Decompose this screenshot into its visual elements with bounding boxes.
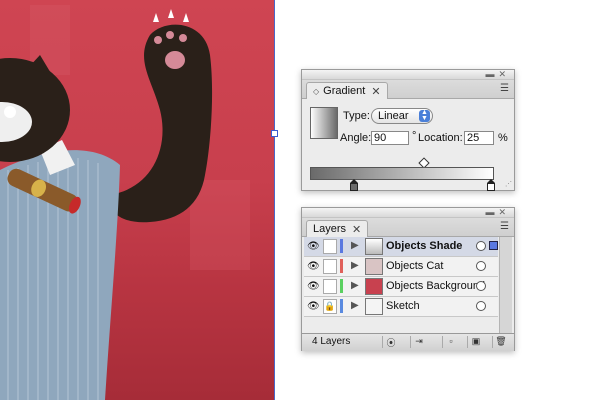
selected-art-indicator[interactable] xyxy=(489,241,498,250)
gradient-stop-right[interactable] xyxy=(487,179,495,191)
layer-thumbnail xyxy=(365,278,383,295)
artboard-canvas[interactable] xyxy=(0,0,274,400)
gradient-type-select[interactable]: Linear ▲ ▼ xyxy=(371,108,433,124)
angle-label: Angle: xyxy=(340,132,372,144)
panel-titlebar[interactable]: ▬✕ xyxy=(302,69,514,80)
target-circle-icon[interactable] xyxy=(476,281,486,291)
layer-count: 4 Layers xyxy=(312,336,351,347)
close-icon[interactable]: ✕ xyxy=(371,85,380,98)
layer-name: Objects Cat xyxy=(386,260,444,272)
location-field[interactable]: 25 xyxy=(464,131,494,145)
locate-object-icon[interactable]: ⦿ xyxy=(382,336,399,348)
layer-color-indicator xyxy=(340,239,343,253)
panel-menu-icon[interactable]: ☰ xyxy=(500,221,509,232)
target-circle-icon[interactable] xyxy=(476,301,486,311)
eye-icon[interactable]: 👁 xyxy=(307,241,320,252)
selection-handle[interactable] xyxy=(271,130,278,137)
lock-toggle[interactable] xyxy=(323,239,337,254)
panel-menu-icon[interactable]: ☰ xyxy=(500,83,509,94)
layers-tab-row: Layers ✕ ☰ xyxy=(302,218,514,237)
layer-thumbnail xyxy=(365,238,383,255)
eye-icon[interactable]: 👁 xyxy=(307,261,320,272)
layers-panel: ▬✕ Layers ✕ ☰ 👁 ▶ Objects Shade 👁 ▶ Obje… xyxy=(301,207,515,351)
type-label: Type: xyxy=(343,110,370,122)
disclosure-triangle-icon[interactable]: ▶ xyxy=(351,240,359,251)
cat-illustration xyxy=(0,5,250,400)
layer-thumbnail xyxy=(365,258,383,275)
make-clipping-mask-icon[interactable]: ⇥ xyxy=(410,336,427,348)
disclosure-triangle-icon[interactable]: ▶ xyxy=(351,280,359,291)
target-circle-icon[interactable] xyxy=(476,241,486,251)
panel-window-controls[interactable]: ▬✕ xyxy=(485,69,510,80)
layer-name: Objects Shade xyxy=(386,240,463,252)
gradient-tab-row: ◇ Gradient ✕ ☰ xyxy=(302,80,514,99)
disclosure-triangle-icon[interactable]: ▶ xyxy=(351,260,359,271)
eye-icon[interactable]: 👁 xyxy=(307,281,320,292)
lock-toggle[interactable] xyxy=(323,259,337,274)
eye-icon[interactable]: 👁 xyxy=(307,301,320,312)
layer-name: Sketch xyxy=(386,300,420,312)
gradient-tab-label: Gradient xyxy=(323,85,366,97)
panel-options-icon[interactable]: ◇ xyxy=(313,87,319,96)
new-sublayer-icon[interactable]: ▫ xyxy=(442,336,459,348)
layer-row-objects-cat[interactable]: 👁 ▶ Objects Cat xyxy=(304,257,498,277)
layers-scrollbar[interactable] xyxy=(499,237,512,343)
layer-name: Objects Background xyxy=(386,280,486,292)
select-arrows-icon: ▲ ▼ xyxy=(419,109,430,122)
panel-titlebar[interactable]: ▬✕ xyxy=(302,207,514,218)
layer-row-sketch[interactable]: 👁 🔒 ▶ Sketch xyxy=(304,297,498,317)
target-circle-icon[interactable] xyxy=(476,261,486,271)
gradient-preview-swatch[interactable] xyxy=(310,107,338,139)
location-label: Location: xyxy=(418,132,463,144)
layer-thumbnail xyxy=(365,298,383,315)
panel-window-controls[interactable]: ▬✕ xyxy=(485,207,510,218)
resize-grip-icon[interactable]: ⋰ xyxy=(505,180,512,188)
layer-color-indicator xyxy=(340,279,343,293)
layers-tab-label: Layers xyxy=(313,223,347,235)
angle-field[interactable]: 90 xyxy=(371,131,409,145)
new-layer-icon[interactable]: ▣ xyxy=(467,336,484,348)
gradient-type-value: Linear xyxy=(378,110,409,122)
layers-tab[interactable]: Layers ✕ xyxy=(306,220,369,237)
location-unit: % xyxy=(498,132,508,144)
layer-color-indicator xyxy=(340,299,343,313)
gradient-slider-bar[interactable] xyxy=(310,167,494,180)
close-icon[interactable]: ✕ xyxy=(352,223,361,236)
artboard-edge xyxy=(274,0,275,400)
lock-icon[interactable]: 🔒 xyxy=(323,299,337,314)
gradient-panel-body: Type: Linear ▲ ▼ Angle: 90 ° Location: 25… xyxy=(302,99,514,191)
lock-toggle[interactable] xyxy=(323,279,337,294)
layers-footer: 4 Layers ⦿ ⇥ ▫ ▣ 🗑 xyxy=(302,333,514,351)
disclosure-triangle-icon[interactable]: ▶ xyxy=(351,300,359,311)
layer-color-indicator xyxy=(340,259,343,273)
trash-icon[interactable]: 🗑 xyxy=(492,336,509,348)
angle-unit: ° xyxy=(412,130,417,142)
layer-row-objects-background[interactable]: 👁 ▶ Objects Background xyxy=(304,277,498,297)
layer-row-objects-shade[interactable]: 👁 ▶ Objects Shade xyxy=(304,237,498,257)
gradient-panel: ▬✕ ◇ Gradient ✕ ☰ Type: Linear ▲ ▼ Angle:… xyxy=(301,69,515,191)
gradient-stop-left[interactable] xyxy=(350,179,358,191)
gradient-tab[interactable]: ◇ Gradient ✕ xyxy=(306,82,388,99)
